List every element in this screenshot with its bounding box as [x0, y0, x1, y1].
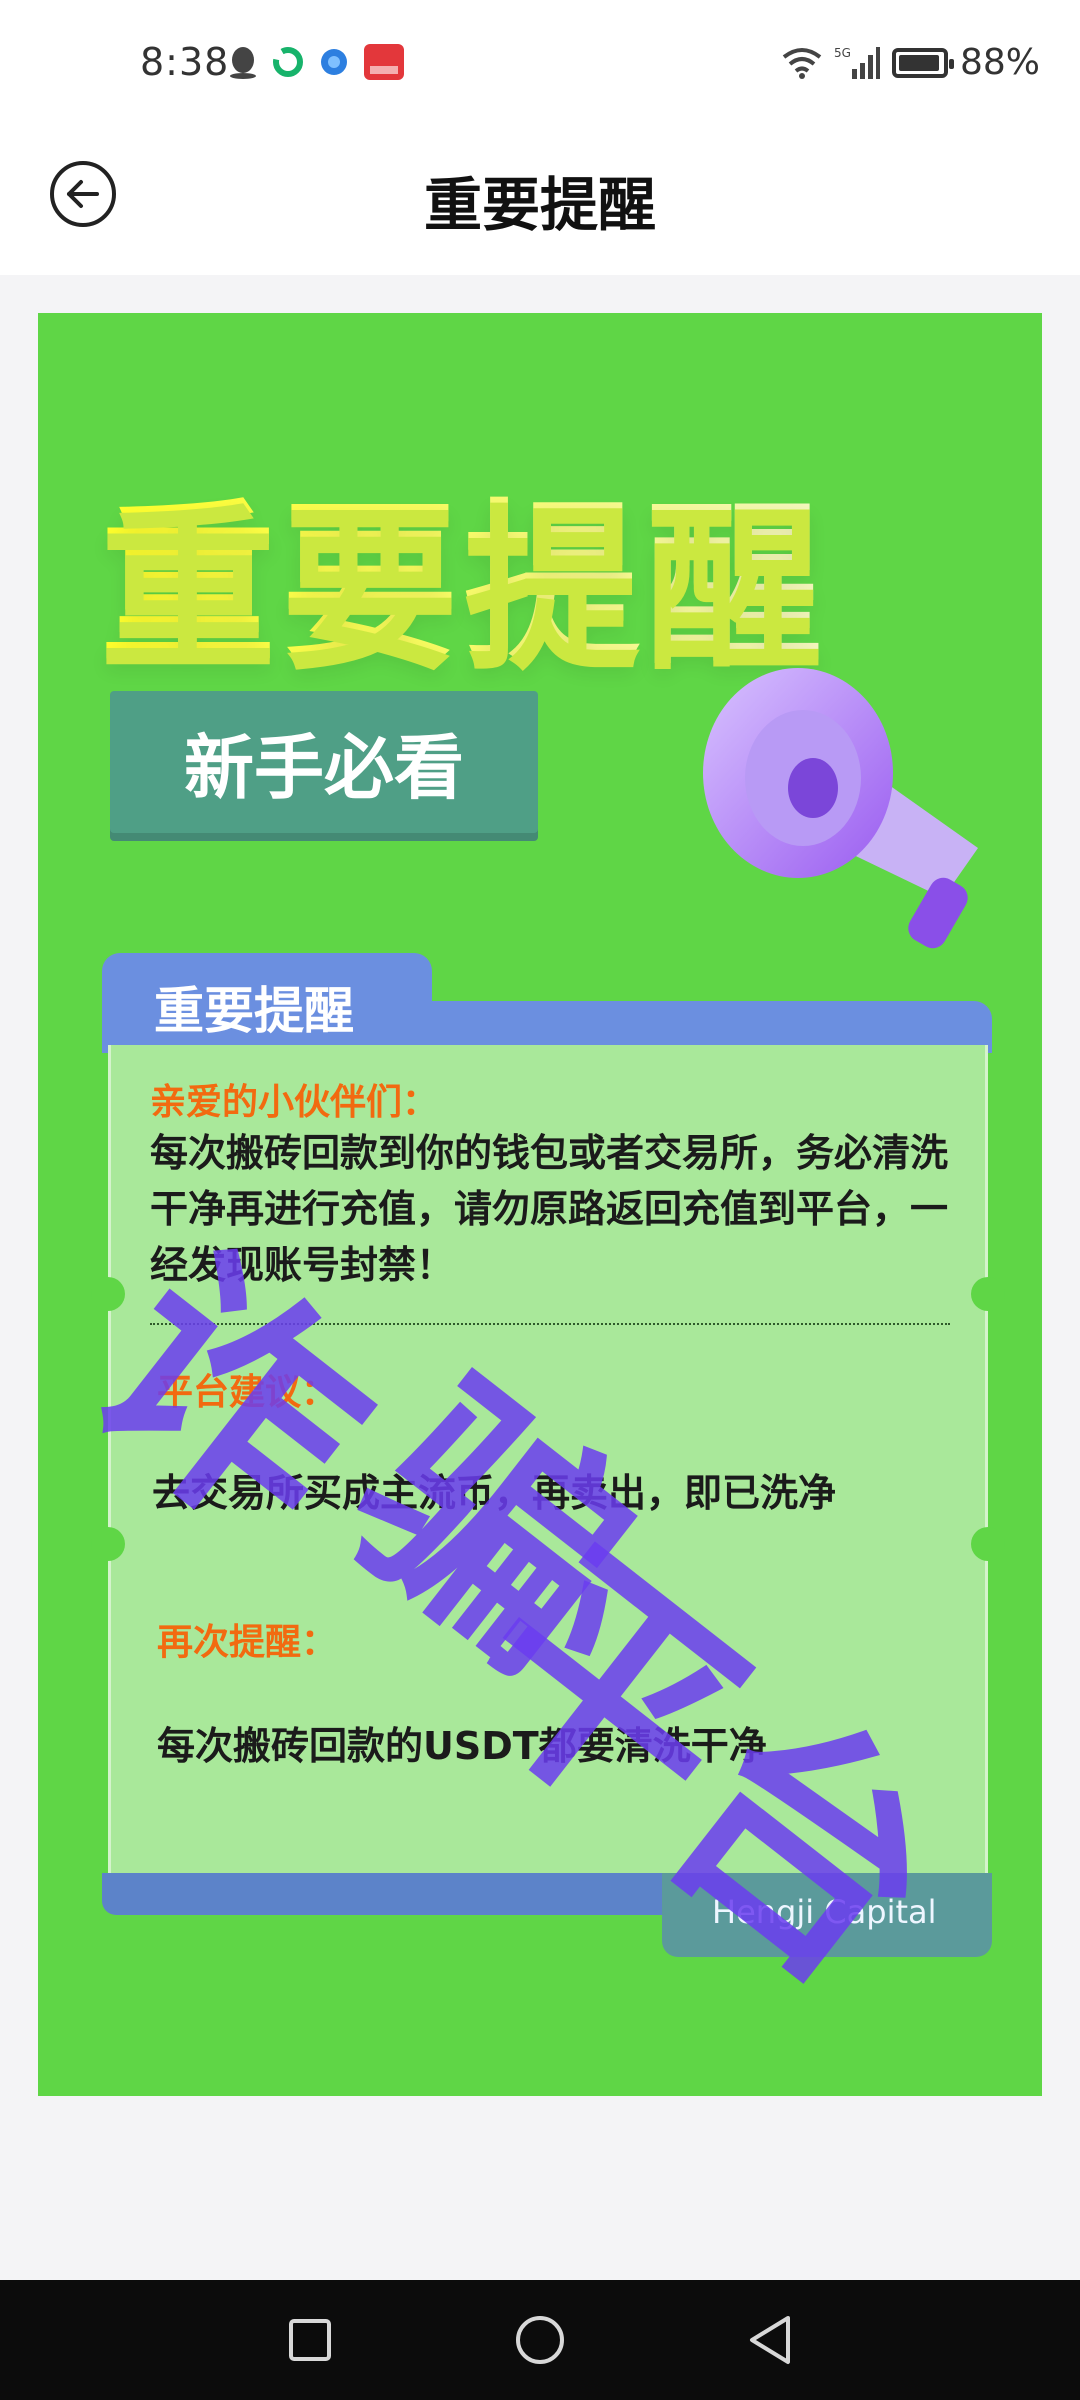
notice-tab-title: 重要提醒 — [154, 982, 354, 1040]
system-icons: 5G 88% — [782, 42, 1040, 83]
system-nav-bar — [0, 2280, 1080, 2400]
browser-icon — [321, 49, 347, 75]
battery-icon — [891, 47, 954, 78]
reminder-text: 每次搬砖回款的USDT都要清洗干净 — [157, 1724, 767, 1768]
dotted-divider — [150, 1323, 950, 1325]
greeting-label: 亲爱的小伙伴们： — [150, 1082, 439, 1123]
brand-label: Hengji Capital — [712, 1893, 937, 1931]
warning-line-2: 干净再进行充值，请勿原路返回充值到平台，一 — [150, 1187, 949, 1231]
back-nav-button[interactable] — [740, 2310, 800, 2370]
warning-line-1: 每次搬砖回款到你的钱包或者交易所，务必清洗 — [150, 1131, 949, 1175]
newbie-badge: 新手必看 — [110, 691, 538, 833]
status-time: 8:38 — [140, 40, 230, 84]
megaphone-icon — [703, 668, 978, 949]
status-bar: 8:38 5G 88% — [0, 0, 1080, 130]
ticket-notch — [971, 1277, 1005, 1311]
home-button[interactable] — [510, 2310, 570, 2370]
xiaohongshu-icon — [364, 44, 404, 80]
sync-icon — [273, 47, 303, 77]
svg-text:5G: 5G — [834, 46, 851, 60]
suggestion-label: 平台建议： — [157, 1372, 338, 1413]
poster-image: 重要提醒 新手必看 重要提醒 亲爱的小伙伴们： 每次搬砖回款到你的钱包或者交易所… — [38, 313, 1042, 2096]
warning-line-3: 经发现账号封禁！ — [150, 1243, 455, 1287]
notification-icons — [228, 44, 404, 80]
app-header: 重要提醒 — [0, 130, 1080, 275]
wifi-icon — [782, 47, 822, 79]
signal-icon: 5G — [834, 46, 880, 79]
reminder-label: 再次提醒： — [157, 1622, 338, 1663]
circle-icon — [516, 2316, 564, 2364]
qq-icon — [230, 47, 256, 79]
square-icon — [289, 2319, 331, 2361]
page-title: 重要提醒 — [423, 171, 656, 239]
battery-percent: 88% — [959, 42, 1040, 83]
suggestion-text: 去交易所买成主流币，再卖出，即已洗净 — [152, 1471, 837, 1515]
ticket-notch — [91, 1527, 125, 1561]
notice-card: 重要提醒 亲爱的小伙伴们： 每次搬砖回款到你的钱包或者交易所，务必清洗 干净再进… — [91, 953, 1005, 1957]
ticket-notch — [91, 1277, 125, 1311]
triangle-back-icon — [750, 2316, 790, 2364]
recents-button[interactable] — [280, 2310, 340, 2370]
ticket-notch — [971, 1527, 1005, 1561]
